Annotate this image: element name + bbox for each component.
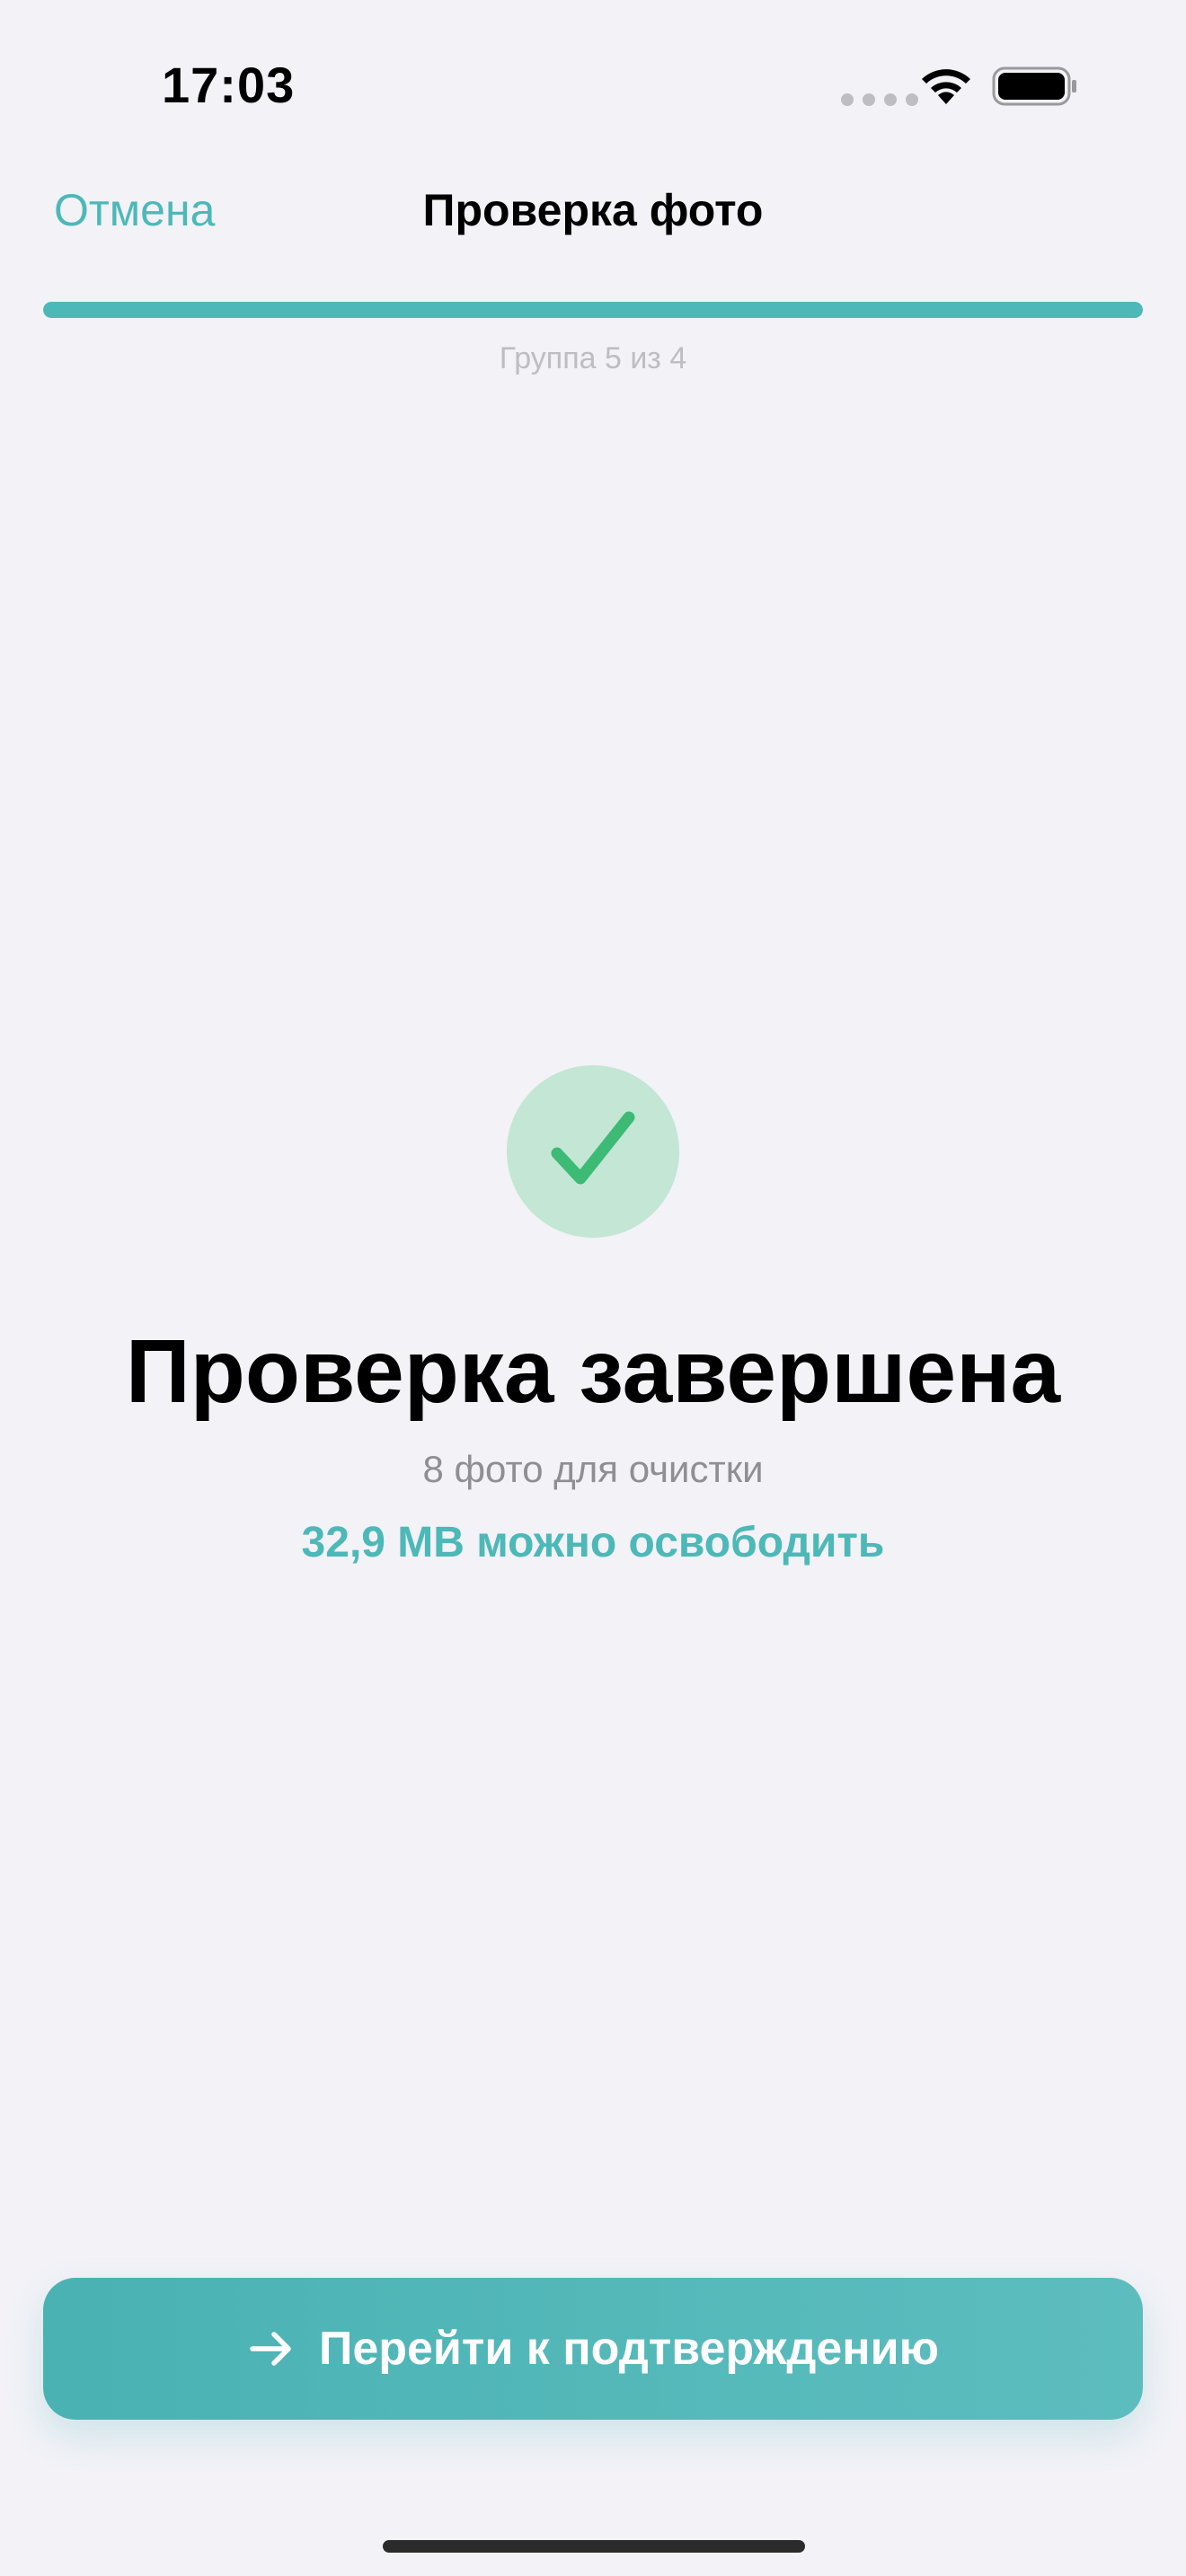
wifi-icon (922, 69, 970, 104)
go-to-confirmation-button[interactable]: Перейти к подтверждению (43, 2278, 1143, 2420)
photos-to-clean-count: 8 фото для очистки (422, 1448, 764, 1490)
go-to-confirmation-label: Перейти к подтверждению (318, 2323, 940, 2375)
progress-bar-fill (43, 302, 1143, 318)
space-savings: 32,9 MB можно освободить (301, 1519, 885, 1566)
success-badge (507, 1065, 679, 1238)
arrow-right-icon (250, 2332, 291, 2366)
cancel-button[interactable]: Отмена (54, 184, 215, 236)
home-indicator[interactable] (383, 2540, 805, 2553)
progress-label: Группа 5 из 4 (499, 341, 687, 375)
battery-icon (992, 66, 1076, 106)
status-time: 17:03 (162, 57, 296, 113)
progress-bar (43, 302, 1143, 318)
checkmark-icon (551, 1111, 635, 1185)
cellular-dots-icon (841, 93, 918, 106)
result-headline: Проверка завершена (125, 1321, 1061, 1422)
photo-review-complete-screen: 17:03 Отмена Проверка фото Группа 5 из 4… (0, 0, 1186, 2576)
